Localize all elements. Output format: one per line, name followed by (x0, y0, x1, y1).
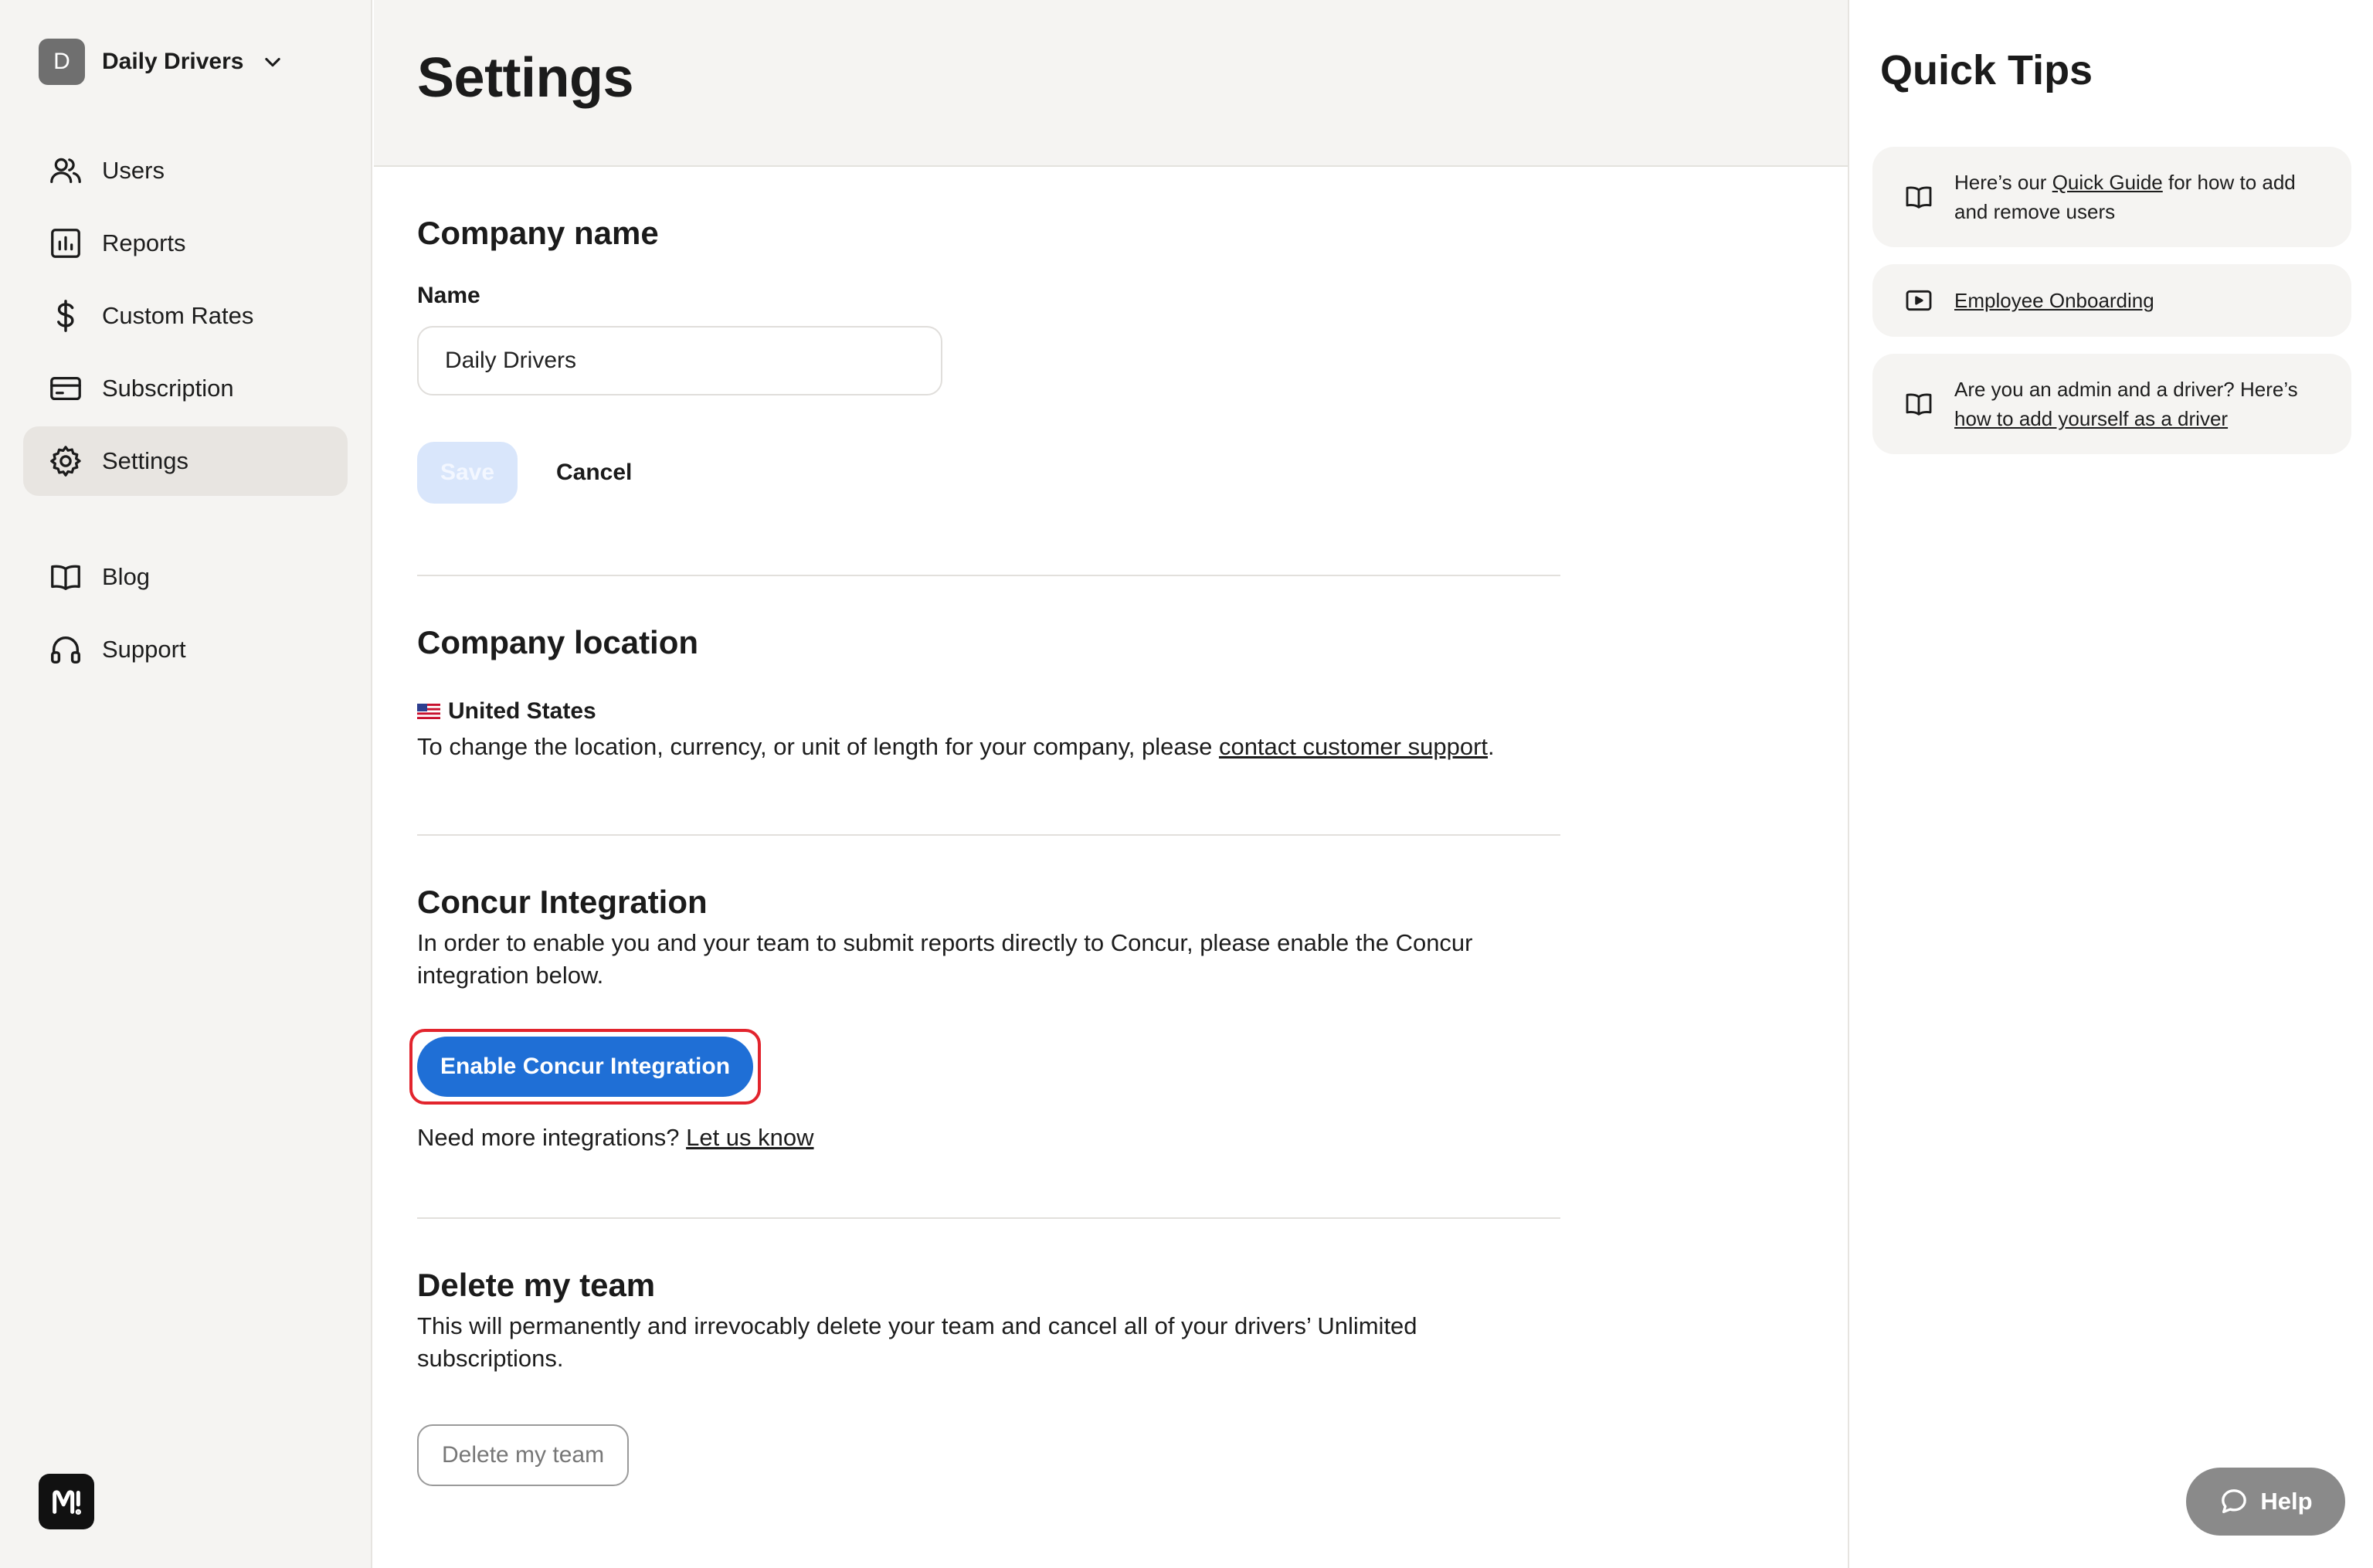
delete-team-button[interactable]: Delete my team (417, 1424, 630, 1486)
tip-card: Here’s our Quick Guide for how to add an… (1872, 147, 2351, 247)
sidebar-item-settings[interactable]: Settings (23, 426, 348, 496)
quick-tips-panel: Quick Tips Here’s our Quick Guide for ho… (1848, 0, 2373, 1568)
tip-card: Employee Onboarding (1872, 264, 2351, 337)
country: United States (417, 698, 1560, 725)
sidebar-item-support[interactable]: Support (23, 615, 348, 684)
sidebar-item-label: Settings (102, 447, 189, 474)
sidebar: D Daily Drivers Users Reports Custom Rat… (0, 0, 372, 1568)
more-integrations: Need more integrations? Let us know (417, 1124, 814, 1151)
enable-concur-button[interactable]: Enable Concur Integration (417, 1037, 754, 1097)
app-logo (39, 1474, 94, 1529)
company-location-section: Company location United States To change… (417, 576, 1560, 836)
dollar-icon (48, 298, 83, 334)
sidebar-item-subscription[interactable]: Subscription (23, 354, 348, 423)
name-label: Name (417, 283, 480, 308)
concur-description: In order to enable you and your team to … (417, 929, 1473, 989)
chat-bubble-icon (2222, 1489, 2247, 1513)
sidebar-item-custom-rates[interactable]: Custom Rates (23, 281, 348, 351)
team-switcher[interactable]: D Daily Drivers (39, 39, 283, 85)
location-description: To change the location, currency, or uni… (417, 733, 1495, 760)
sidebar-item-users[interactable]: Users (23, 136, 348, 205)
sidebar-item-reports[interactable]: Reports (23, 209, 348, 278)
concur-section: Concur Integration In order to enable yo… (409, 836, 1560, 1219)
page-title: Settings (417, 47, 634, 109)
us-flag-icon (417, 704, 440, 719)
section-heading: Company name (417, 215, 659, 251)
help-label: Help (2260, 1488, 2313, 1515)
video-icon (1906, 290, 1932, 311)
headset-icon (48, 632, 83, 667)
sidebar-item-label: Blog (102, 563, 151, 590)
section-heading: Concur Integration (417, 884, 708, 920)
tip-card: Are you an admin and a driver? Here’s ho… (1872, 354, 2351, 454)
highlight-outline: Enable Concur Integration (409, 1029, 762, 1105)
book-icon (1906, 393, 1932, 416)
country-name: United States (448, 698, 596, 724)
users-icon (48, 153, 83, 188)
company-name-input[interactable]: Daily Drivers (417, 326, 942, 395)
contact-support-link[interactable]: contact customer support (1219, 733, 1488, 760)
chevron-down-icon (265, 57, 281, 67)
sidebar-item-blog[interactable]: Blog (23, 542, 348, 612)
quick-guide-link[interactable]: Quick Guide (2052, 171, 2163, 194)
team-name: Daily Drivers (102, 49, 244, 74)
settings-content: Company name Name Daily Drivers Save Can… (409, 167, 1560, 1543)
gear-icon (48, 443, 83, 479)
delete-description: This will permanently and irrevocably de… (417, 1312, 1417, 1372)
form-actions: Save Cancel (417, 442, 1560, 504)
tip-text: Here’s our Quick Guide for how to add an… (1954, 171, 2296, 223)
team-avatar: D (39, 39, 85, 85)
section-heading: Company location (417, 624, 699, 660)
sidebar-item-label: Users (102, 157, 165, 184)
sidebar-nav: Users Reports Custom Rates Subscription … (23, 136, 348, 687)
book-icon (1906, 186, 1932, 209)
employee-onboarding-link[interactable]: Employee Onboarding (1954, 289, 2154, 312)
tip-text: Are you an admin and a driver? Here’s ho… (1954, 378, 2298, 430)
chart-icon (48, 226, 83, 261)
help-button[interactable]: Help (2186, 1468, 2345, 1536)
cancel-button[interactable]: Cancel (556, 460, 632, 486)
book-icon (48, 559, 83, 595)
add-yourself-link[interactable]: how to add yourself as a driver (1954, 407, 2228, 430)
page-header: Settings (374, 0, 1848, 167)
sidebar-item-label: Reports (102, 229, 186, 256)
sidebar-item-label: Subscription (102, 375, 234, 402)
section-heading: Delete my team (417, 1267, 656, 1303)
tip-text: Employee Onboarding (1954, 286, 2154, 315)
delete-team-section: Delete my team This will permanently and… (417, 1219, 1560, 1543)
save-button[interactable]: Save (417, 442, 518, 504)
let-us-know-link[interactable]: Let us know (686, 1124, 813, 1151)
sidebar-item-label: Custom Rates (102, 302, 254, 329)
quick-tips-title: Quick Tips (1880, 47, 2093, 93)
sidebar-item-label: Support (102, 636, 186, 663)
credit-card-icon (48, 371, 83, 406)
company-name-section: Company name Name Daily Drivers Save Can… (417, 167, 1560, 576)
